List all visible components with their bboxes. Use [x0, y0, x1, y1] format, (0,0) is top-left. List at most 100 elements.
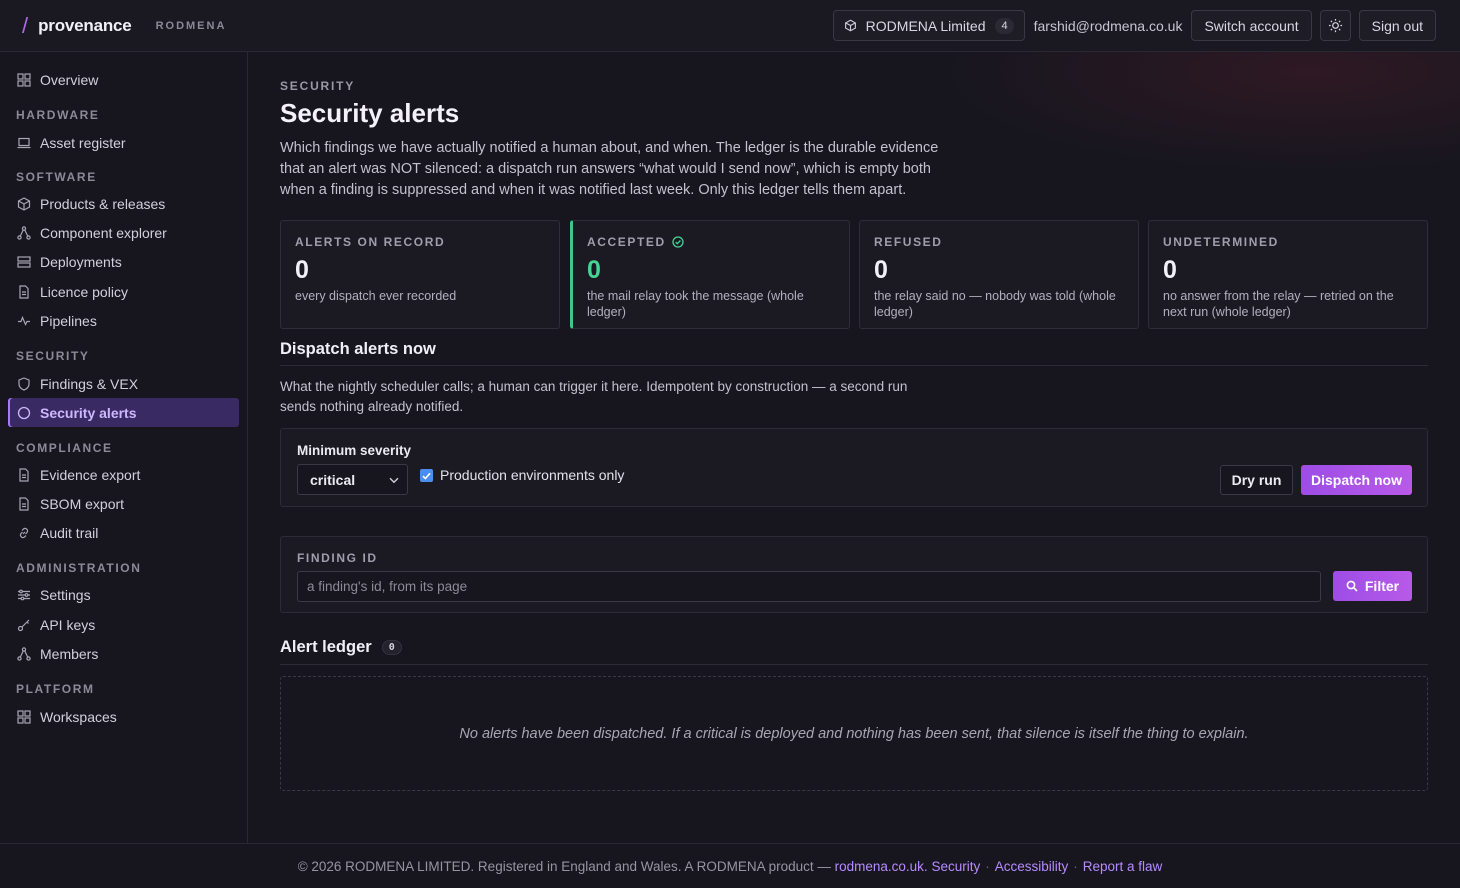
top-bar: / provenance RODMENA RODMENA Limited 4 f… — [0, 0, 1460, 52]
cube-icon — [17, 196, 31, 211]
sidebar-item-label: Workspaces — [40, 708, 117, 725]
sidebar-item-label: Overview — [40, 71, 99, 88]
brand-slash-icon: / — [22, 12, 29, 38]
nav-section-compliance: COMPLIANCE — [16, 441, 113, 455]
stat-value: 0 — [1163, 256, 1177, 284]
sidebar-item-label: Findings & VEX — [40, 375, 139, 392]
sidebar-item-label: Audit trail — [40, 524, 99, 541]
sidebar-item-label: Pipelines — [40, 312, 97, 329]
sidebar-item-deployments[interactable]: Deployments — [8, 247, 239, 276]
stat-description: the relay said no — nobody was told (who… — [874, 289, 1116, 319]
filter-panel: FINDING ID a finding's id, from its page… — [280, 536, 1428, 613]
brand-name: provenance — [38, 15, 132, 35]
stat-description: no answer from the relay — retried on th… — [1163, 289, 1394, 319]
stat-card-undetermined: UNDETERMINED 0 no answer from the relay … — [1148, 220, 1428, 329]
server-icon — [17, 255, 31, 268]
sidebar-item-label: Security alerts — [40, 404, 137, 421]
sidebar-item-security-alerts[interactable]: Security alerts — [8, 398, 239, 427]
production-only-label[interactable]: Production environments only — [440, 467, 624, 483]
stat-label: REFUSED — [874, 235, 943, 249]
filter-button[interactable]: Filter — [1333, 571, 1412, 601]
cube-icon — [844, 19, 856, 32]
footer-report-flaw-link[interactable]: Report a flaw — [1083, 859, 1163, 874]
sidebar-item-label: Component explorer — [40, 224, 167, 241]
sidebar-item-component-explorer[interactable]: Component explorer — [8, 218, 239, 247]
page-eyebrow: SECURITY — [280, 79, 356, 93]
document-icon — [19, 284, 29, 299]
sidebar-item-asset-register[interactable]: Asset register — [8, 128, 239, 157]
stat-description: the mail relay took the message (whole l… — [587, 289, 804, 319]
org-count-badge: 4 — [995, 17, 1014, 34]
finding-id-input[interactable]: a finding's id, from its page — [297, 571, 1321, 602]
dispatch-now-button[interactable]: Dispatch now — [1301, 465, 1412, 495]
user-email: farshid@rodmena.co.uk — [1033, 17, 1183, 34]
check-circle-icon — [672, 236, 684, 248]
top-actions: RODMENA Limited 4 farshid@rodmena.co.uk … — [832, 10, 1436, 41]
sliders-icon — [18, 589, 30, 600]
severity-value: critical — [310, 471, 356, 488]
severity-select[interactable]: critical — [297, 464, 408, 495]
sidebar-item-products[interactable]: Products & releases — [8, 189, 239, 218]
stat-label: UNDETERMINED — [1163, 235, 1279, 249]
dispatch-heading: Dispatch alerts now — [280, 340, 436, 358]
sign-out-button[interactable]: Sign out — [1358, 10, 1436, 41]
document-icon — [19, 496, 29, 511]
finding-id-label: FINDING ID — [297, 551, 378, 565]
stat-value: 0 — [874, 256, 888, 284]
sidebar-item-members[interactable]: Members — [8, 639, 239, 668]
sun-icon — [1328, 18, 1342, 33]
dispatch-description: What the nightly scheduler calls; a huma… — [280, 379, 908, 414]
brand-org: RODMENA — [155, 19, 227, 32]
sidebar-item-findings[interactable]: Findings & VEX — [8, 369, 239, 398]
nav-section-software: SOFTWARE — [16, 170, 97, 184]
shield-icon — [18, 376, 30, 391]
org-switcher-button[interactable]: RODMENA Limited 4 — [832, 10, 1025, 41]
pulse-icon — [18, 315, 30, 326]
stat-label: ACCEPTED — [587, 235, 666, 249]
footer-security-link[interactable]: Security — [931, 859, 980, 874]
sidebar-item-api-keys[interactable]: API keys — [8, 610, 239, 639]
sidebar-item-overview[interactable]: Overview — [8, 65, 239, 94]
sidebar-item-settings[interactable]: Settings — [8, 580, 239, 609]
grid-icon — [17, 709, 31, 724]
stat-value: 0 — [587, 256, 601, 284]
sidebar-item-licence-policy[interactable]: Licence policy — [8, 277, 239, 306]
filter-button-label: Filter — [1364, 578, 1400, 594]
stat-description: every dispatch ever recorded — [295, 289, 457, 303]
ledger-count-badge: 0 — [381, 640, 402, 655]
main-content: SECURITY Security alerts Which findings … — [249, 52, 1460, 843]
footer-site-link[interactable]: rodmena.co.uk. — [835, 859, 928, 874]
sidebar-item-evidence-export[interactable]: Evidence export — [8, 460, 239, 489]
users-icon — [17, 646, 31, 661]
sidebar-item-label: Asset register — [40, 134, 126, 151]
footer-text: © 2026 RODMENA LIMITED. Registered in En… — [297, 858, 831, 874]
sidebar-item-pipelines[interactable]: Pipelines — [8, 306, 239, 335]
theme-toggle-button[interactable] — [1319, 10, 1351, 41]
nav-section-platform: PLATFORM — [16, 682, 95, 696]
divider — [280, 365, 1428, 366]
footer-separator: · — [985, 858, 990, 874]
brand[interactable]: / provenance RODMENA — [22, 13, 226, 39]
circle-icon — [17, 406, 31, 419]
dry-run-button[interactable]: Dry run — [1220, 465, 1293, 495]
footer-accessibility-link[interactable]: Accessibility — [995, 859, 1069, 874]
key-icon — [17, 619, 30, 631]
laptop-icon — [17, 137, 31, 148]
stat-label-row: ACCEPTED — [587, 235, 835, 249]
switch-account-button[interactable]: Switch account — [1191, 10, 1312, 41]
stat-value: 0 — [295, 256, 309, 284]
grid-icon — [17, 72, 31, 87]
sidebar-item-audit-trail[interactable]: Audit trail — [8, 518, 239, 547]
page-title: Security alerts — [280, 98, 460, 128]
sidebar-item-label: Products & releases — [40, 195, 166, 212]
sidebar-item-workspaces[interactable]: Workspaces — [8, 702, 239, 731]
severity-label: Minimum severity — [297, 443, 412, 458]
dispatch-panel: Minimum severity critical Production env… — [280, 428, 1428, 507]
sidebar-item-sbom-export[interactable]: SBOM export — [8, 489, 239, 518]
nav-section-security: SECURITY — [16, 349, 90, 363]
page-intro: Which findings we have actually notified… — [280, 140, 939, 198]
link-icon — [19, 527, 29, 538]
production-only-checkbox[interactable] — [420, 469, 433, 482]
ledger-empty-state: No alerts have been dispatched. If a cri… — [280, 676, 1428, 791]
chevron-down-icon — [389, 477, 399, 484]
